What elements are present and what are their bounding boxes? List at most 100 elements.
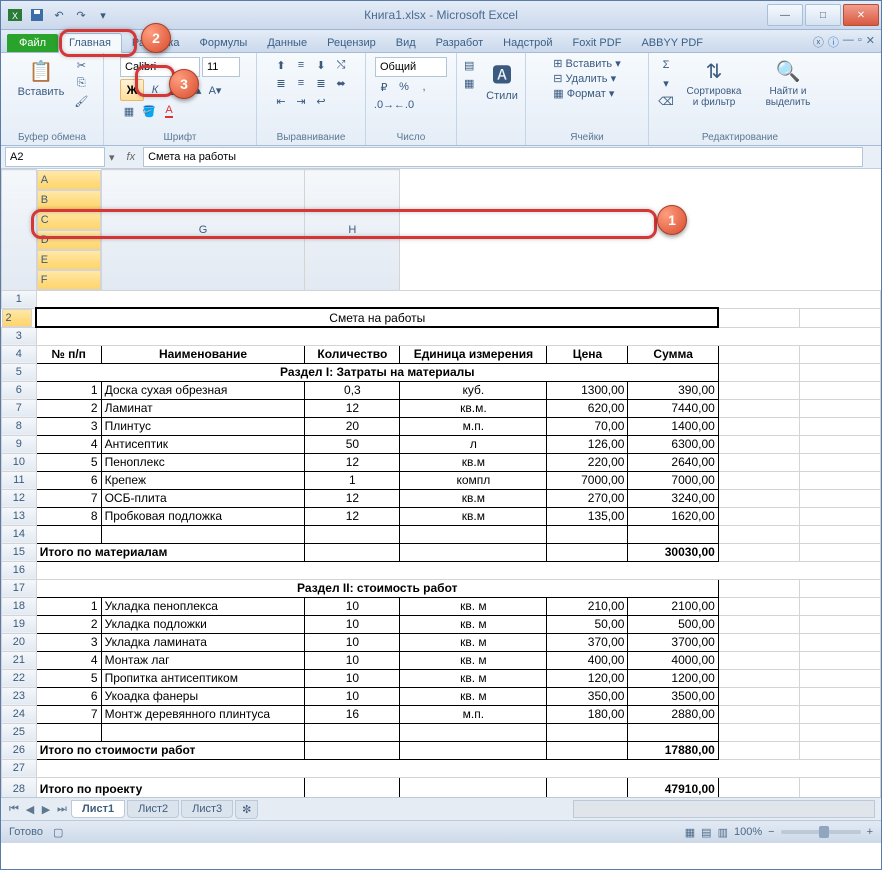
orientation-button[interactable]: ⤭ <box>332 57 350 73</box>
cell[interactable]: кв.м <box>400 489 547 507</box>
cell[interactable]: 4 <box>36 651 101 669</box>
clear-button[interactable]: ⌫ <box>657 93 675 109</box>
decrease-indent-button[interactable]: ⇤ <box>272 93 290 109</box>
cell[interactable]: 2640,00 <box>628 453 718 471</box>
decrease-font-button[interactable]: A▾ <box>206 82 224 98</box>
increase-indent-button[interactable]: ⇥ <box>292 93 310 109</box>
total2-label[interactable]: Итого по стоимости работ <box>36 741 305 759</box>
cell[interactable]: Пеноплекс <box>101 453 305 471</box>
font-size-select[interactable]: 11 <box>202 57 240 77</box>
help-icon[interactable]: ⓘ <box>828 34 839 50</box>
align-left-button[interactable]: ≣ <box>272 75 290 91</box>
row-header[interactable]: 14 <box>2 525 37 543</box>
cell[interactable]: 1200,00 <box>628 669 718 687</box>
number-format-select[interactable]: Общий <box>375 57 447 77</box>
horizontal-scrollbar[interactable] <box>573 800 875 818</box>
tab-layout[interactable]: Разметка <box>122 34 190 52</box>
sheet-tab-3[interactable]: Лист3 <box>181 800 233 818</box>
doc-minimize-button[interactable]: — <box>843 34 854 50</box>
header-sum[interactable]: Сумма <box>628 345 718 363</box>
tab-file[interactable]: Файл <box>7 34 58 52</box>
minimize-ribbon-icon[interactable]: ⓧ <box>813 34 824 50</box>
format-cells-button[interactable]: ▦ Формат ▾ <box>553 87 621 100</box>
row-header[interactable]: 22 <box>2 669 37 687</box>
cell[interactable]: 4000,00 <box>628 651 718 669</box>
name-box[interactable]: A2 <box>5 147 105 167</box>
conditional-formatting-button[interactable]: ▤ <box>460 57 478 73</box>
cell[interactable]: 370,00 <box>547 633 628 651</box>
cell[interactable]: 126,00 <box>547 435 628 453</box>
zoom-level[interactable]: 100% <box>734 826 762 838</box>
row-header[interactable]: 21 <box>2 651 37 669</box>
row-header[interactable]: 25 <box>2 723 37 741</box>
tab-abbyy[interactable]: ABBYY PDF <box>631 34 713 52</box>
format-painter-button[interactable]: 🖌 <box>72 93 90 109</box>
row-header[interactable]: 23 <box>2 687 37 705</box>
cell[interactable]: кв. м <box>400 597 547 615</box>
tab-developer[interactable]: Разработ <box>426 34 493 52</box>
cell[interactable]: 2 <box>36 399 101 417</box>
cell[interactable]: 5 <box>36 453 101 471</box>
close-button[interactable]: ✕ <box>843 4 879 26</box>
row-header[interactable]: 8 <box>2 417 37 435</box>
cell[interactable]: 12 <box>305 507 400 525</box>
cell[interactable]: 7000,00 <box>628 471 718 489</box>
cell[interactable]: 210,00 <box>547 597 628 615</box>
align-right-button[interactable]: ≣ <box>312 75 330 91</box>
col-header-h[interactable]: H <box>305 170 400 291</box>
cell[interactable]: 0,3 <box>305 381 400 399</box>
cell[interactable]: 3 <box>36 633 101 651</box>
row-header[interactable]: 1 <box>2 290 37 308</box>
cell[interactable]: 390,00 <box>628 381 718 399</box>
autosum-button[interactable]: Σ <box>657 57 675 73</box>
doc-close-button[interactable]: ✕ <box>866 34 875 50</box>
fill-color-button[interactable]: 🪣 <box>140 103 158 119</box>
cell[interactable]: 2880,00 <box>628 705 718 723</box>
cell[interactable]: Монтж деревянного плинтуса <box>101 705 305 723</box>
title-cell[interactable]: Смета на работы <box>36 308 718 327</box>
cell[interactable]: Укладка ламината <box>101 633 305 651</box>
cell[interactable]: Антисептик <box>101 435 305 453</box>
select-all-corner[interactable] <box>2 170 37 291</box>
sheet-nav-next[interactable]: ▶ <box>39 803 53 816</box>
section1-title[interactable]: Раздел I: Затраты на материалы <box>36 363 718 381</box>
col-header-c[interactable]: C <box>37 210 101 230</box>
cell[interactable]: 180,00 <box>547 705 628 723</box>
cell[interactable]: 3700,00 <box>628 633 718 651</box>
row-header[interactable]: 26 <box>2 741 37 759</box>
cell[interactable]: кв.м <box>400 507 547 525</box>
fx-icon[interactable]: fx <box>119 151 144 163</box>
row-header[interactable]: 2 <box>2 309 32 327</box>
underline-button[interactable]: Ч <box>166 82 184 98</box>
worksheet-grid[interactable]: A B C D E F G H 1 2 Смета на работы 3 4 … <box>1 169 881 797</box>
cell[interactable]: кв. м <box>400 615 547 633</box>
tab-home[interactable]: Главная <box>58 33 122 53</box>
increase-decimal-button[interactable]: .0→ <box>375 97 393 113</box>
cell[interactable]: 7 <box>36 705 101 723</box>
cell[interactable]: 12 <box>305 399 400 417</box>
cell[interactable]: Пропитка антисептиком <box>101 669 305 687</box>
undo-button[interactable]: ↶ <box>49 5 69 25</box>
cell[interactable]: 8 <box>36 507 101 525</box>
delete-cells-button[interactable]: ⊟ Удалить ▾ <box>553 72 621 85</box>
header-price[interactable]: Цена <box>547 345 628 363</box>
cell[interactable]: Монтаж лаг <box>101 651 305 669</box>
comma-button[interactable]: , <box>415 79 433 95</box>
cell[interactable]: 10 <box>305 669 400 687</box>
borders-button[interactable]: ▦ <box>120 103 138 119</box>
col-header-f[interactable]: F <box>37 270 101 290</box>
copy-button[interactable]: ⎘ <box>72 75 90 91</box>
col-header-b[interactable]: B <box>37 190 101 210</box>
header-unit[interactable]: Единица измерения <box>400 345 547 363</box>
view-layout-button[interactable]: ▤ <box>701 826 711 839</box>
zoom-in-button[interactable]: + <box>867 826 873 838</box>
row-header[interactable]: 16 <box>2 561 37 579</box>
cell[interactable]: 10 <box>305 597 400 615</box>
row-header[interactable]: 15 <box>2 543 37 561</box>
cell[interactable]: кв. м <box>400 633 547 651</box>
cell[interactable]: Пробковая подложка <box>101 507 305 525</box>
cell[interactable]: 500,00 <box>628 615 718 633</box>
currency-button[interactable]: ₽ <box>375 79 393 95</box>
cell[interactable]: Крепеж <box>101 471 305 489</box>
tab-review[interactable]: Рецензир <box>317 34 386 52</box>
